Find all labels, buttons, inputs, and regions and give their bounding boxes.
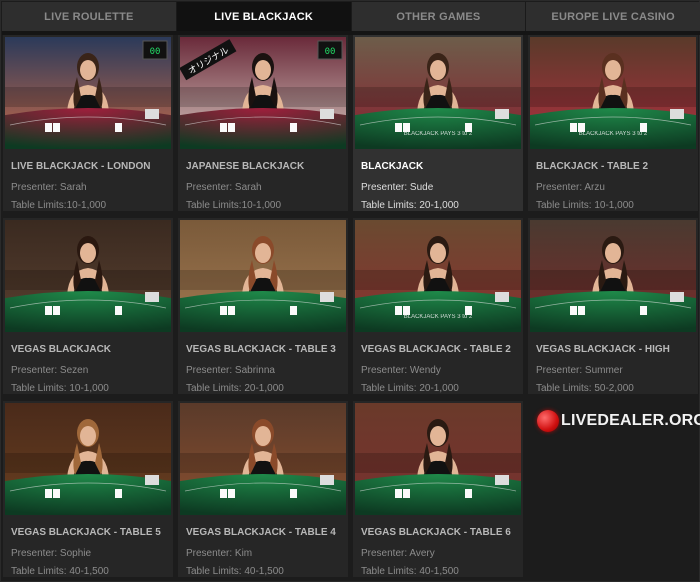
presenter-name: Presenter: Sabrinna xyxy=(186,365,275,376)
dealer-thumbnail[interactable] xyxy=(355,403,521,515)
dealer-thumbnail[interactable] xyxy=(180,220,346,332)
dealer-thumbnail[interactable]: 00 xyxy=(5,37,171,149)
table-title[interactable]: VEGAS BLACKJACK - HIGH xyxy=(536,344,670,355)
dealer-thumbnail[interactable]: BLACKJACK PAYS 3 to 2 xyxy=(355,220,521,332)
table-limits: Table Limits: 40-1,500 xyxy=(186,566,284,577)
logo-ball-icon xyxy=(537,410,559,432)
table-card[interactable]: 00 LIVE BLACKJACK - LONDON Presenter: Sar… xyxy=(3,35,173,211)
presenter-name: Presenter: Sophie xyxy=(11,548,92,559)
dealer-thumbnail[interactable] xyxy=(5,403,171,515)
table-card[interactable]: VEGAS BLACKJACK - TABLE 4 Presenter: Kim T… xyxy=(178,401,348,577)
presenter-name: Presenter: Arzu xyxy=(536,182,605,193)
presenter-name: Presenter: Sude xyxy=(361,182,434,193)
table-title[interactable]: VEGAS BLACKJACK - TABLE 6 xyxy=(361,527,511,538)
table-limits: Table Limits: 10-1,000 xyxy=(11,383,109,394)
table-limits: Table Limits: 40-1,500 xyxy=(11,566,109,577)
table-title[interactable]: BLACKJACK - TABLE 2 xyxy=(536,161,648,172)
table-card[interactable]: オリジナル 00 JAPANESE BLACKJACK Presenter: Sar… xyxy=(178,35,348,211)
tab-live-blackjack[interactable]: LIVE BLACKJACK xyxy=(176,2,352,31)
table-title[interactable]: VEGAS BLACKJACK - TABLE 3 xyxy=(186,344,336,355)
svg-text:00: 00 xyxy=(325,47,336,57)
table-card[interactable]: VEGAS BLACKJACK - HIGH Presenter: Summer T… xyxy=(528,218,698,394)
dealer-thumbnail[interactable] xyxy=(5,220,171,332)
tab-live-roulette[interactable]: LIVE ROULETTE xyxy=(2,2,177,31)
presenter-name: Presenter: Kim xyxy=(186,548,253,559)
presenter-name: Presenter: Avery xyxy=(361,548,435,559)
table-card[interactable]: BLACKJACK PAYS 3 to 2 BLACKJACK Presenter… xyxy=(353,35,523,211)
table-limits: Table Limits: 20-1,000 xyxy=(361,200,459,211)
presenter-name: Presenter: Sarah xyxy=(186,182,262,193)
page-frame: LIVE ROULETTE LIVE BLACKJACK OTHER GAMES… xyxy=(0,0,700,582)
logo-text: LIVEDEALER.ORG xyxy=(561,412,700,429)
table-title[interactable]: VEGAS BLACKJACK - TABLE 2 xyxy=(361,344,511,355)
table-card[interactable]: VEGAS BLACKJACK Presenter: Sezen Table Lim… xyxy=(3,218,173,394)
table-title[interactable]: VEGAS BLACKJACK xyxy=(11,344,111,355)
presenter-name: Presenter: Sarah xyxy=(11,182,87,193)
table-limits: Table Limits:10-1,000 xyxy=(11,200,107,211)
svg-text:00: 00 xyxy=(150,47,161,57)
presenter-name: Presenter: Sezen xyxy=(11,365,89,376)
table-limits: Table Limits:10-1,000 xyxy=(186,200,282,211)
dealer-thumbnail[interactable]: オリジナル 00 xyxy=(180,37,346,149)
table-limits: Table Limits: 40-1,500 xyxy=(361,566,459,577)
table-title[interactable]: BLACKJACK xyxy=(361,161,423,172)
table-title[interactable]: VEGAS BLACKJACK - TABLE 5 xyxy=(11,527,161,538)
svg-text:BLACKJACK PAYS 3 to 2: BLACKJACK PAYS 3 to 2 xyxy=(404,314,473,320)
table-card[interactable]: VEGAS BLACKJACK - TABLE 3 Presenter: Sabr… xyxy=(178,218,348,394)
table-limits: Table Limits: 10-1,000 xyxy=(536,200,634,211)
table-title[interactable]: LIVE BLACKJACK - LONDON xyxy=(11,161,150,172)
dealer-thumbnail[interactable] xyxy=(180,403,346,515)
table-card[interactable]: VEGAS BLACKJACK - TABLE 5 Presenter: Soph… xyxy=(3,401,173,577)
svg-text:BLACKJACK PAYS 3 to 2: BLACKJACK PAYS 3 to 2 xyxy=(579,131,648,137)
table-limits: Table Limits: 20-1,000 xyxy=(361,383,459,394)
game-category-tabs: LIVE ROULETTE LIVE BLACKJACK OTHER GAMES… xyxy=(2,2,700,31)
dealer-thumbnail[interactable]: BLACKJACK PAYS 3 to 2 xyxy=(530,37,696,149)
svg-text:BLACKJACK PAYS 3 to 2: BLACKJACK PAYS 3 to 2 xyxy=(404,131,473,137)
table-title[interactable]: JAPANESE BLACKJACK xyxy=(186,161,304,172)
dealer-thumbnail[interactable] xyxy=(530,220,696,332)
livedealer-logo: LIVEDEALER.ORG xyxy=(537,406,700,436)
table-card[interactable]: BLACKJACK PAYS 3 to 2 VEGAS BLACKJACK - … xyxy=(353,218,523,394)
table-card[interactable]: BLACKJACK PAYS 3 to 2 BLACKJACK - TABLE … xyxy=(528,35,698,211)
table-limits: Table Limits: 20-1,000 xyxy=(186,383,284,394)
table-title[interactable]: VEGAS BLACKJACK - TABLE 4 xyxy=(186,527,336,538)
presenter-name: Presenter: Summer xyxy=(536,365,623,376)
dealer-thumbnail[interactable]: BLACKJACK PAYS 3 to 2 xyxy=(355,37,521,149)
tab-other-games[interactable]: OTHER GAMES xyxy=(351,2,527,31)
table-card[interactable]: VEGAS BLACKJACK - TABLE 6 Presenter: Aver… xyxy=(353,401,523,577)
table-limits: Table Limits: 50-2,000 xyxy=(536,383,634,394)
presenter-name: Presenter: Wendy xyxy=(361,365,441,376)
tab-europe-live-casino[interactable]: EUROPE LIVE CASINO xyxy=(526,2,700,31)
